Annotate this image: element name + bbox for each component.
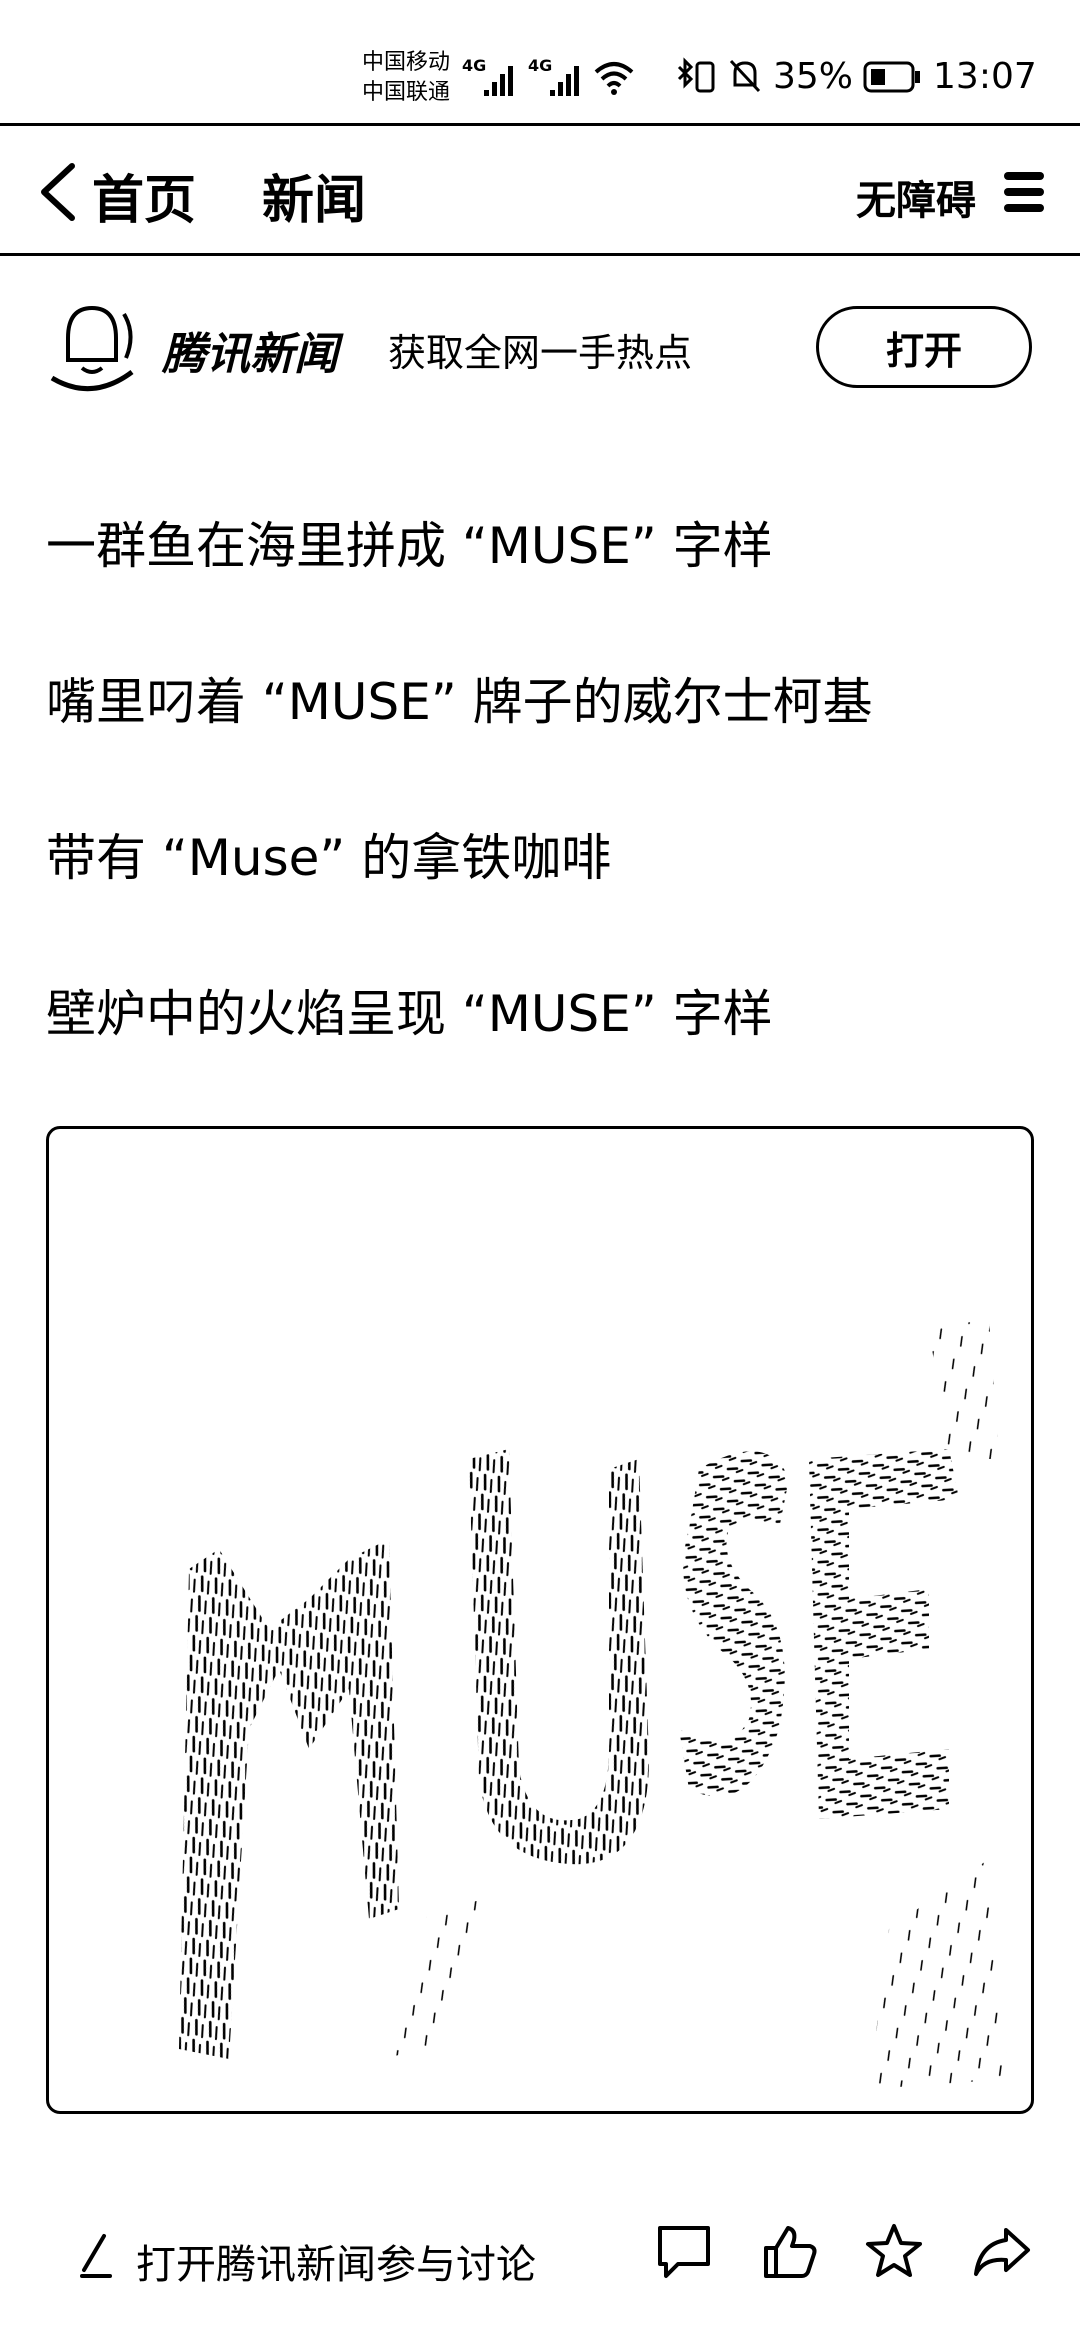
headline-4[interactable]: 壁炉中的火焰呈现 “MUSE” 字样	[46, 984, 773, 1044]
pen-icon	[80, 2234, 112, 2278]
signal-1-icon	[484, 66, 513, 96]
mute-icon	[729, 59, 761, 92]
back-home-link[interactable]: 首页	[92, 158, 196, 233]
discuss-link[interactable]: 打开腾讯新闻参与讨论	[136, 2232, 536, 2290]
clock: 13:07	[933, 56, 1037, 97]
article-image[interactable]	[46, 1126, 1034, 2114]
carrier-2: 中国联通	[362, 80, 451, 105]
accessibility-button[interactable]: 无障碍	[856, 168, 976, 226]
carrier-names: 中国移动 中国联通	[362, 48, 450, 108]
back-chevron-icon[interactable]	[36, 160, 80, 224]
star-icon[interactable]	[864, 2222, 924, 2282]
status-right: 35% 13:07	[675, 56, 1037, 97]
carrier-1: 中国移动	[362, 50, 451, 75]
share-icon[interactable]	[972, 2222, 1032, 2282]
open-app-button[interactable]: 打开	[816, 306, 1032, 388]
comment-icon[interactable]	[654, 2222, 714, 2282]
fish-school-muse-image	[179, 1319, 1009, 2089]
menu-icon[interactable]	[1000, 168, 1048, 216]
app-slogan: 获取全网一手热点	[388, 331, 693, 375]
headline-3[interactable]: 带有 “Muse” 的拿铁咖啡	[46, 828, 611, 888]
tencent-news-logo-icon	[50, 305, 134, 392]
like-icon[interactable]	[760, 2222, 820, 2282]
battery-icon	[863, 61, 921, 92]
bluetooth-vibrate-icon	[677, 56, 715, 92]
signal-2-icon	[550, 66, 579, 96]
wifi-icon	[594, 62, 634, 95]
nav-title[interactable]: 新闻	[262, 158, 366, 233]
app-name: 腾讯新闻	[162, 329, 338, 380]
battery-percent: 35%	[773, 56, 854, 97]
headline-2[interactable]: 嘴里叼着 “MUSE” 牌子的威尔士柯基	[46, 672, 873, 732]
headline-1[interactable]: 一群鱼在海里拼成 “MUSE” 字样	[46, 516, 773, 576]
